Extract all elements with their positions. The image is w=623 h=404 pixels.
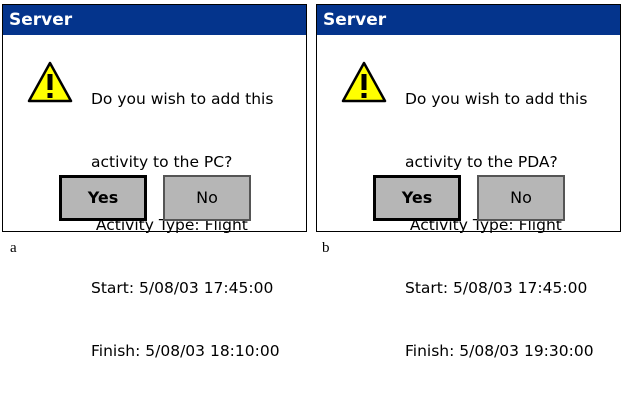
dialog-title: Server (3, 5, 306, 35)
no-button[interactable]: No (163, 175, 251, 221)
dialog-message: Do you wish to add this activity to the … (91, 47, 280, 404)
message-line: Do you wish to add this (405, 90, 588, 108)
message-line: Start: 5/08/03 17:45:00 (91, 279, 274, 297)
message-line: Finish: 5/08/03 19:30:00 (405, 342, 594, 360)
dialog-message: Do you wish to add this activity to the … (405, 47, 594, 404)
dialog-title: Server (317, 5, 620, 35)
message-line: Finish: 5/08/03 18:10:00 (91, 342, 280, 360)
dialog-a: Server Do you wish to add this activity … (2, 4, 307, 360)
dialog-b: Server Do you wish to add this activity … (316, 4, 621, 360)
figure-caption-a: a (10, 240, 17, 256)
yes-button[interactable]: Yes (59, 175, 147, 221)
message-line: Start: 5/08/03 17:45:00 (405, 279, 588, 297)
figure-caption-b: b (322, 240, 330, 256)
message-line: activity to the PDA? (405, 153, 558, 171)
warning-icon (341, 61, 387, 103)
message-line: activity to the PC? (91, 153, 233, 171)
message-line: Do you wish to add this (91, 90, 274, 108)
warning-icon (27, 61, 73, 103)
no-button[interactable]: No (477, 175, 565, 221)
yes-button[interactable]: Yes (373, 175, 461, 221)
